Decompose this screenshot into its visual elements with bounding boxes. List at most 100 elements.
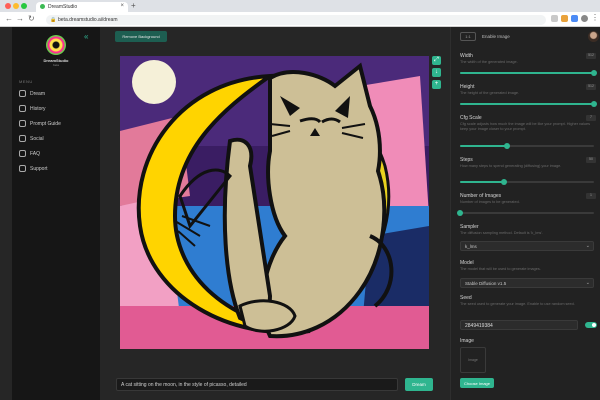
enable-image-label: Enable Image	[482, 34, 510, 39]
sampler-select[interactable]: k_lms ⌄	[460, 241, 594, 251]
steps-slider[interactable]	[460, 179, 594, 185]
new-tab-icon[interactable]: +	[131, 1, 136, 10]
slider-knob[interactable]	[591, 70, 597, 76]
profile-icon[interactable]	[581, 15, 588, 22]
chevron-down-icon: ⌄	[585, 280, 590, 286]
sidebar-item-dream[interactable]: Dream	[17, 89, 95, 99]
collapse-sidebar-icon[interactable]: «	[84, 32, 88, 41]
browser-toolbar: ← → ↻ 🔒 beta.dreamstudio.ai/dream ⋮	[0, 12, 600, 27]
sidebar: DreamStudio beta « MENU Dream History Pr…	[12, 27, 100, 400]
sidebar-item-social[interactable]: Social	[17, 134, 95, 144]
sidebar-item-prompt-guide[interactable]: Prompt Guide	[17, 119, 95, 129]
back-icon[interactable]: ←	[5, 14, 13, 23]
width-value[interactable]: 512	[586, 53, 596, 59]
sidebar-item-label: Dream	[30, 91, 46, 97]
slider-knob[interactable]	[501, 179, 508, 185]
support-icon	[19, 165, 26, 172]
sidebar-item-label: FAQ	[30, 151, 41, 157]
cfg-scale-slider[interactable]	[460, 143, 594, 149]
model-label: Model	[460, 260, 474, 266]
sidebar-item-faq[interactable]: FAQ	[17, 149, 95, 159]
model-select[interactable]: Stable Diffusion v1.5 ⌄	[460, 278, 594, 288]
steps-description: How many steps to spend generating (diff…	[460, 164, 562, 168]
lock-icon: 🔒	[50, 17, 57, 23]
height-description: The height of the generated image.	[460, 91, 520, 95]
guide-icon	[19, 120, 26, 127]
slider-knob[interactable]	[503, 143, 510, 149]
random-seed-toggle[interactable]	[585, 322, 597, 328]
favicon-icon	[40, 4, 45, 9]
prompt-input[interactable]: A cat sitting on the moon, in the style …	[116, 378, 398, 391]
model-value: Stable Diffusion v1.5	[465, 281, 507, 286]
sidebar-item-history[interactable]: History	[17, 104, 95, 114]
sampler-description: The diffusion sampling method. Default i…	[460, 231, 544, 235]
history-icon	[19, 105, 26, 112]
close-tab-icon[interactable]: ×	[120, 3, 124, 9]
sidebar-item-label: History	[30, 106, 46, 112]
number-of-images-value[interactable]: 1	[586, 193, 596, 199]
browser-window: DreamStudio × + ← → ↻ 🔒 beta.dreamstudio…	[0, 0, 600, 400]
menu-title: MENU	[19, 79, 33, 84]
generated-image[interactable]	[120, 56, 429, 349]
add-icon[interactable]: +	[432, 80, 441, 89]
slider-knob[interactable]	[591, 101, 597, 107]
chevron-down-icon: ⌄	[585, 243, 590, 249]
address-bar[interactable]: 🔒 beta.dreamstudio.ai/dream	[46, 15, 546, 25]
remove-background-button[interactable]: Remove Background	[115, 31, 167, 42]
reload-icon[interactable]: ↻	[28, 14, 35, 23]
maximize-window-icon[interactable]	[21, 3, 27, 9]
avatar[interactable]	[588, 31, 599, 42]
image-label: Image	[460, 338, 474, 344]
image-dropzone[interactable]: Image	[460, 347, 486, 373]
width-description: The width of the generated image.	[460, 60, 518, 64]
tab-title: DreamStudio	[48, 4, 78, 10]
sampler-label: Sampler	[460, 224, 479, 230]
brand-sub: beta	[53, 63, 59, 67]
faq-icon	[19, 150, 26, 157]
main-area: Remove Background ⤢ ↓ + A cat sitting on…	[100, 27, 450, 400]
minimize-window-icon[interactable]	[13, 3, 19, 9]
expand-icon[interactable]: ⤢	[432, 56, 441, 65]
steps-value[interactable]: 50	[586, 157, 596, 163]
height-slider[interactable]	[460, 101, 597, 107]
app-container: DreamStudio beta « MENU Dream History Pr…	[0, 27, 600, 400]
cfg-scale-label: Cfg Scale	[460, 115, 482, 121]
seed-label: Seed	[460, 295, 472, 301]
aspect-ratio-box[interactable]: 1:1	[460, 32, 476, 41]
download-icon[interactable]: ↓	[432, 68, 441, 77]
number-of-images-description: Number of images to be generated.	[460, 200, 520, 204]
dream-icon	[19, 90, 26, 97]
extension-icon[interactable]	[551, 15, 558, 22]
sidebar-item-label: Prompt Guide	[30, 121, 61, 127]
steps-label: Steps	[460, 157, 473, 163]
number-of-images-slider[interactable]	[457, 210, 594, 216]
model-description: The model that will be used to generate …	[460, 267, 541, 271]
sidebar-item-label: Support	[30, 166, 48, 172]
seed-description: The seed used to generate your image. En…	[460, 302, 575, 306]
height-value[interactable]: 512	[586, 84, 596, 90]
cfg-scale-value[interactable]: 7	[586, 115, 596, 121]
close-window-icon[interactable]	[5, 3, 11, 9]
extension-icon[interactable]	[571, 15, 578, 22]
slider-knob[interactable]	[457, 210, 463, 216]
sampler-value: k_lms	[465, 244, 477, 249]
choose-image-button[interactable]: Choose Image	[460, 378, 494, 388]
forward-icon[interactable]: →	[16, 14, 24, 23]
url-text: beta.dreamstudio.ai/dream	[58, 17, 118, 23]
enable-image-control[interactable]: 1:1 Enable Image	[460, 31, 540, 42]
height-label: Height	[460, 84, 475, 90]
tab-strip: DreamStudio × +	[0, 0, 600, 12]
browser-menu-icon[interactable]: ⋮	[591, 13, 599, 22]
width-label: Width	[460, 53, 473, 59]
sidebar-item-support[interactable]: Support	[17, 164, 95, 174]
logo-icon	[46, 35, 66, 55]
seed-input[interactable]: 2849419384	[460, 320, 578, 330]
width-slider[interactable]	[460, 70, 597, 76]
sidebar-item-label: Social	[30, 136, 44, 142]
cfg-scale-description: Cfg scale adjusts how much the image wil…	[460, 122, 590, 131]
extension-icon[interactable]	[561, 15, 568, 22]
dream-button[interactable]: Dream	[405, 378, 433, 391]
number-of-images-label: Number of Images	[460, 193, 502, 199]
settings-panel: 1:1 Enable Image Width 512 The width of …	[450, 27, 600, 400]
browser-tab[interactable]: DreamStudio ×	[36, 2, 128, 12]
